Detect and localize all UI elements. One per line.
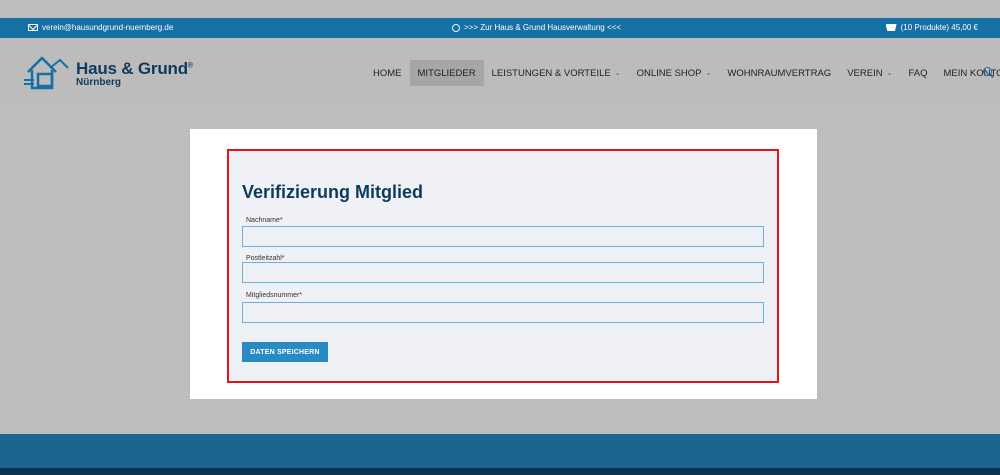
form-title: Verifizierung Mitglied [242, 182, 424, 202]
save-data-button[interactable]: DATEN SPEICHERN [242, 342, 328, 362]
chevron-down-icon: ⌄ [614, 70, 621, 77]
footer-band [0, 434, 1000, 468]
mitgliedsnummer-input[interactable] [242, 302, 764, 323]
nav-item-faq[interactable]: FAQ [900, 60, 935, 86]
postleitzahl-input[interactable] [242, 262, 764, 283]
top-info-bar: verein@hausundgrund-nuernberg.de >>> Zur… [0, 18, 1000, 38]
footer-bottom-strip [0, 468, 1000, 475]
site-header: Haus & Grund® Nürnberg HOME MITGLIEDER L… [0, 38, 1000, 106]
mail-icon [28, 24, 38, 31]
chevron-down-icon: ⌄ [705, 70, 712, 77]
logo-name: Haus & Grund® [76, 58, 193, 78]
nav-item-verein[interactable]: VEREIN ⌄ [839, 60, 900, 86]
hausverwaltung-link-text[interactable]: >>> Zur Haus & Grund Hausverwaltung <<< [464, 23, 621, 32]
search-icon[interactable] [983, 67, 992, 76]
email-contact[interactable]: verein@hausundgrund-nuernberg.de [28, 23, 173, 32]
email-link[interactable]: verein@hausundgrund-nuernberg.de [42, 23, 173, 32]
nav-item-online-shop[interactable]: ONLINE SHOP ⌄ [629, 60, 720, 86]
postleitzahl-label: Postleitzahl* [246, 255, 285, 262]
site-logo[interactable]: Haus & Grund® Nürnberg [24, 54, 193, 92]
basket-icon [885, 24, 897, 31]
nav-item-leistungen[interactable]: LEISTUNGEN & VORTEILE ⌄ [484, 60, 629, 86]
mitgliedsnummer-label: Mitgliedsnummer* [246, 292, 303, 299]
nachname-label: Nachname* [246, 217, 283, 224]
nachname-input[interactable] [242, 226, 764, 247]
nav-item-mitglieder[interactable]: MITGLIEDER [409, 60, 484, 86]
verification-form: Verifizierung Mitglied Nachname* Postlei… [227, 149, 779, 383]
house-logo-icon [24, 56, 69, 90]
chevron-down-icon: ⌄ [886, 70, 893, 77]
nav-item-wohnraumvertrag[interactable]: WOHNRAUMVERTRAG [719, 60, 839, 86]
main-nav: HOME MITGLIEDER LEISTUNGEN & VORTEILE ⌄ O… [365, 60, 1000, 86]
nav-item-home[interactable]: HOME [365, 60, 410, 86]
cart-summary[interactable]: (10 Produkte) 45,00 € [885, 23, 978, 32]
cart-text[interactable]: (10 Produkte) 45,00 € [901, 23, 978, 32]
globe-icon [452, 23, 460, 32]
hausverwaltung-link[interactable]: >>> Zur Haus & Grund Hausverwaltung <<< [452, 23, 621, 32]
